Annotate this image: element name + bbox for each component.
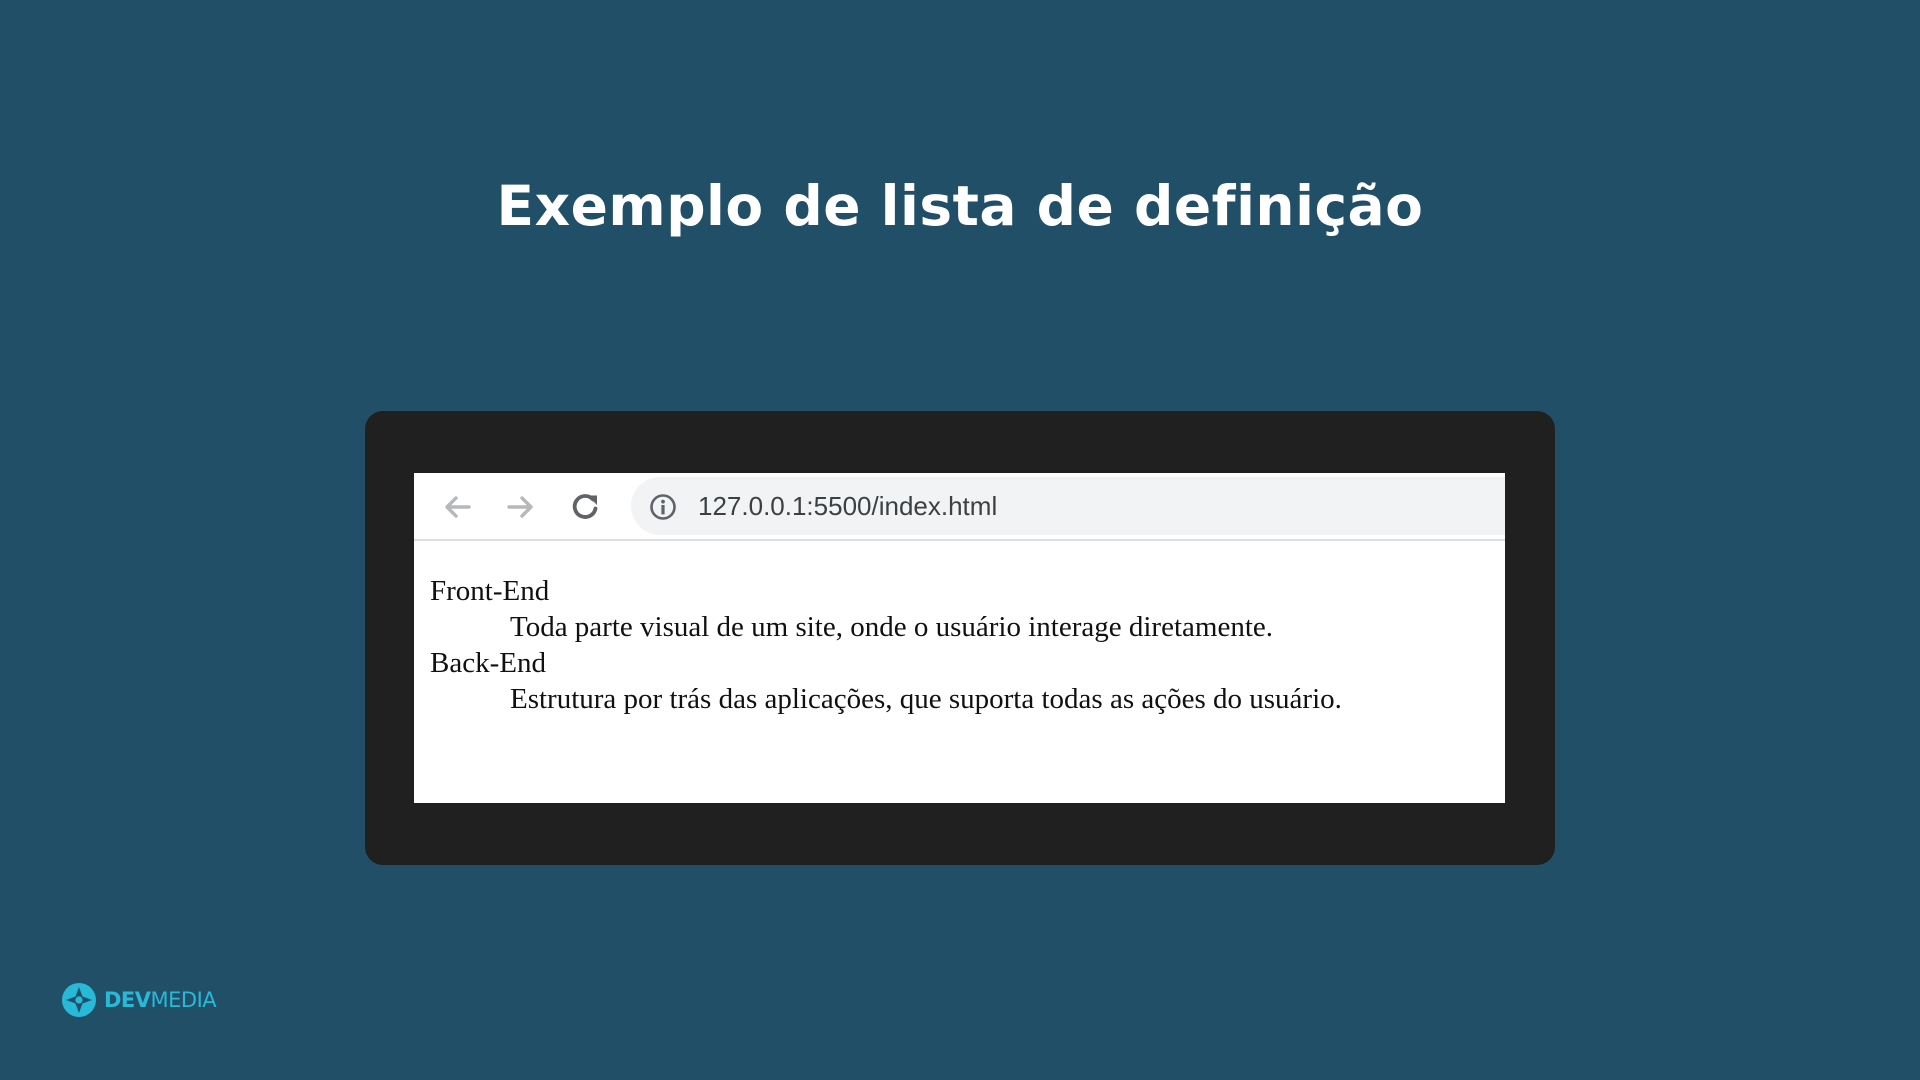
- definition-description: Toda parte visual de um site, onde o usu…: [510, 611, 1273, 643]
- definition-term: Back-End: [430, 647, 546, 679]
- definition-term: Front-End: [430, 575, 550, 607]
- page-content: Front-End Toda parte visual de um site, …: [414, 541, 1505, 803]
- info-icon[interactable]: [649, 493, 677, 521]
- browser-window: 127.0.0.1:5500/index.html Front-End Toda…: [414, 473, 1505, 803]
- definition-list: Front-End Toda parte visual de um site, …: [430, 573, 1342, 717]
- definition-description: Estrutura por trás das aplicações, que s…: [510, 683, 1342, 715]
- brand-name-light: MEDIA: [150, 988, 217, 1012]
- address-bar[interactable]: 127.0.0.1:5500/index.html: [631, 477, 1505, 535]
- browser-toolbar: 127.0.0.1:5500/index.html: [414, 473, 1505, 541]
- reload-icon: [572, 494, 598, 519]
- brand-name-bold: DEV: [104, 988, 151, 1012]
- forward-button[interactable]: [501, 487, 541, 527]
- devmedia-logo-icon: [62, 983, 96, 1017]
- reload-button[interactable]: [566, 487, 606, 527]
- brand-logo: DEVMEDIA: [61, 980, 217, 1020]
- arrow-right-icon: [507, 496, 533, 518]
- url-text: 127.0.0.1:5500/index.html: [698, 491, 998, 521]
- slide-title: Exemplo de lista de definição: [496, 174, 1424, 238]
- back-button[interactable]: [437, 487, 477, 527]
- arrow-left-icon: [445, 496, 471, 518]
- device-frame: 127.0.0.1:5500/index.html Front-End Toda…: [365, 411, 1555, 865]
- brand-name: DEVMEDIA: [104, 982, 217, 1018]
